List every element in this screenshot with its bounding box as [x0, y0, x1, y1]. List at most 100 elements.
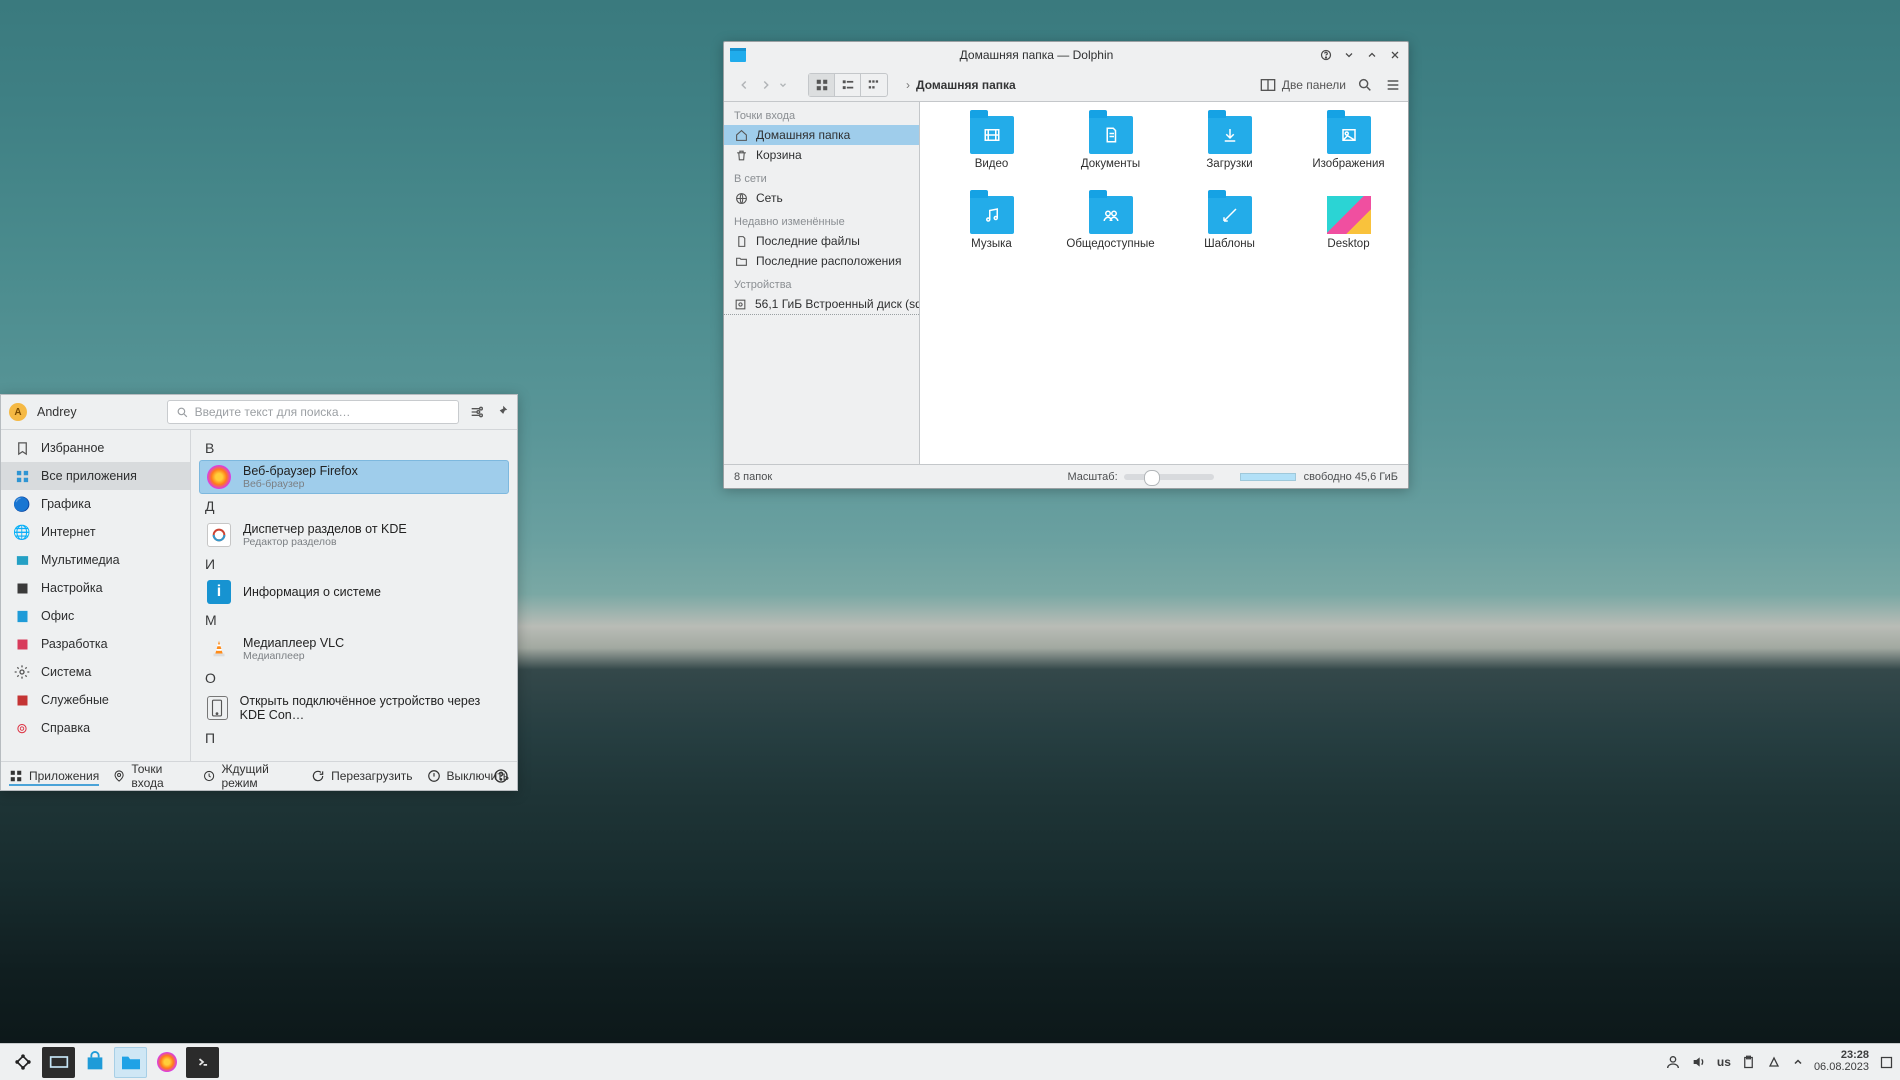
tray-network-icon[interactable] — [1766, 1054, 1782, 1070]
folder-pictures[interactable]: Изображения — [1299, 116, 1398, 190]
app-info[interactable]: i Информация о системе — [199, 576, 509, 608]
task-discover[interactable] — [78, 1047, 111, 1078]
cat-label: Система — [41, 665, 91, 679]
task-konsole[interactable] — [186, 1047, 219, 1078]
trash-icon — [734, 148, 748, 162]
avatar[interactable]: A — [9, 403, 27, 421]
back-button[interactable] — [734, 75, 754, 95]
task-pager[interactable] — [42, 1047, 75, 1078]
letter-p: П — [199, 726, 509, 750]
folder-label: Видео — [975, 158, 1009, 170]
tray-clipboard-icon[interactable] — [1741, 1055, 1756, 1070]
view-details[interactable] — [861, 74, 887, 96]
maximize-icon[interactable] — [1365, 48, 1379, 62]
start-button[interactable] — [6, 1047, 39, 1078]
app-list[interactable]: В Веб-браузер FirefoxВеб-браузер Д Диспе… — [191, 430, 517, 761]
search-icon — [176, 406, 189, 419]
free-space-bar — [1240, 473, 1296, 481]
close-icon[interactable] — [1388, 48, 1402, 62]
split-view-button[interactable]: Две панели — [1260, 78, 1346, 92]
footer-sleep[interactable]: Ждущий режим — [203, 762, 297, 790]
cat-settings[interactable]: Настройка — [1, 574, 190, 602]
places-panel: Точки входа Домашняя папка Корзина В сет… — [724, 102, 920, 464]
tray-clock[interactable]: 23:28 06.08.2023 — [1814, 1050, 1869, 1073]
tray-language[interactable]: us — [1717, 1055, 1731, 1069]
minimize-icon[interactable] — [1342, 48, 1356, 62]
task-dolphin[interactable] — [114, 1047, 147, 1078]
places-recent-locations[interactable]: Последние расположения — [724, 251, 919, 271]
places-network[interactable]: Сеть — [724, 188, 919, 208]
folder-public[interactable]: Общедоступные — [1061, 196, 1160, 270]
footer-reboot[interactable]: Перезагрузить — [311, 769, 412, 783]
breadcrumb-home[interactable]: Домашняя папка — [916, 78, 1016, 92]
cat-graphics[interactable]: 🔵Графика — [1, 490, 190, 518]
cat-utility[interactable]: Служебные — [1, 686, 190, 714]
cat-development[interactable]: Разработка — [1, 630, 190, 658]
search-placeholder: Введите текст для поиска… — [195, 405, 351, 419]
cat-multimedia[interactable]: Мультимедиа — [1, 546, 190, 574]
tray-user-icon[interactable] — [1665, 1054, 1681, 1070]
window-title: Домашняя папка — Dolphin — [754, 48, 1319, 62]
cat-label: Графика — [41, 497, 91, 511]
search-input[interactable]: Введите текст для поиска… — [167, 400, 459, 424]
filter-icon[interactable] — [469, 404, 485, 420]
file-grid[interactable]: Видео Документы Загрузки Изображения Муз… — [920, 102, 1408, 464]
dolphin-window: Домашняя папка — Dolphin › Домашняя папк… — [723, 41, 1409, 489]
places-recent-files[interactable]: Последние файлы — [724, 231, 919, 251]
cat-internet[interactable]: 🌐Интернет — [1, 518, 190, 546]
search-button[interactable] — [1356, 76, 1374, 94]
launcher-footer: Приложения Точки входа Ждущий режим Пере… — [1, 761, 517, 790]
folder-video[interactable]: Видео — [942, 116, 1041, 190]
titlebar[interactable]: Домашняя папка — Dolphin — [724, 42, 1408, 68]
cat-system[interactable]: Система — [1, 658, 190, 686]
category-list: Избранное Все приложения 🔵Графика 🌐Интер… — [1, 430, 191, 761]
pin-icon[interactable] — [495, 404, 509, 420]
free-space-label: свободно 45,6 ГиБ — [1304, 471, 1398, 483]
folder-documents[interactable]: Документы — [1061, 116, 1160, 190]
places-disk-label: 56,1 ГиБ Встроенный диск (sda2) — [755, 297, 920, 311]
folder-desktop[interactable]: Desktop — [1299, 196, 1398, 270]
tray-expand-icon[interactable] — [1792, 1056, 1804, 1068]
breadcrumb[interactable]: › Домашняя папка — [906, 78, 1260, 92]
tray-volume-icon[interactable] — [1691, 1054, 1707, 1070]
folder-label: Desktop — [1327, 238, 1369, 250]
places-trash[interactable]: Корзина — [724, 145, 919, 165]
menu-button[interactable] — [1384, 76, 1402, 94]
cat-all[interactable]: Все приложения — [1, 462, 190, 490]
globe-icon: 🌐 — [13, 523, 31, 541]
cat-label: Справка — [41, 721, 90, 735]
app-vlc[interactable]: Медиаплеер VLCМедиаплеер — [199, 632, 509, 666]
folder-templates[interactable]: Шаблоны — [1180, 196, 1279, 270]
app-partition[interactable]: Диспетчер разделов от KDEРедактор раздел… — [199, 518, 509, 552]
view-icons[interactable] — [809, 74, 835, 96]
letter-m: М — [199, 608, 509, 632]
places-disk[interactable]: 56,1 ГиБ Встроенный диск (sda2) — [724, 294, 919, 315]
task-firefox[interactable] — [150, 1047, 183, 1078]
folder-music[interactable]: Музыка — [942, 196, 1041, 270]
cat-favorites[interactable]: Избранное — [1, 434, 190, 462]
app-name: Информация о системе — [243, 585, 381, 599]
zoom-slider[interactable] — [1124, 474, 1214, 480]
cat-office[interactable]: Офис — [1, 602, 190, 630]
office-icon — [13, 607, 31, 625]
folder-label: Документы — [1081, 158, 1140, 170]
cat-help[interactable]: ⊚Справка — [1, 714, 190, 742]
footer-places[interactable]: Точки входа — [113, 762, 189, 790]
disk-icon — [734, 297, 747, 311]
tray-show-desktop[interactable] — [1879, 1055, 1894, 1070]
history-dropdown[interactable] — [778, 80, 790, 90]
folder-label: Шаблоны — [1204, 238, 1255, 250]
app-kdeconnect[interactable]: Открыть подключённое устройство через KD… — [199, 690, 509, 726]
info-icon: i — [207, 580, 231, 604]
app-firefox[interactable]: Веб-браузер FirefoxВеб-браузер — [199, 460, 509, 494]
places-home[interactable]: Домашняя папка — [724, 125, 919, 145]
footer-apps[interactable]: Приложения — [9, 769, 99, 786]
help-icon[interactable] — [1319, 48, 1333, 62]
toolbar: › Домашняя папка Две панели — [724, 68, 1408, 102]
view-compact[interactable] — [835, 74, 861, 96]
folder-downloads[interactable]: Загрузки — [1180, 116, 1279, 190]
forward-button[interactable] — [756, 75, 776, 95]
folder-label: Изображения — [1312, 158, 1384, 170]
folder-app-icon — [730, 48, 746, 62]
footer-help[interactable] — [493, 768, 509, 784]
